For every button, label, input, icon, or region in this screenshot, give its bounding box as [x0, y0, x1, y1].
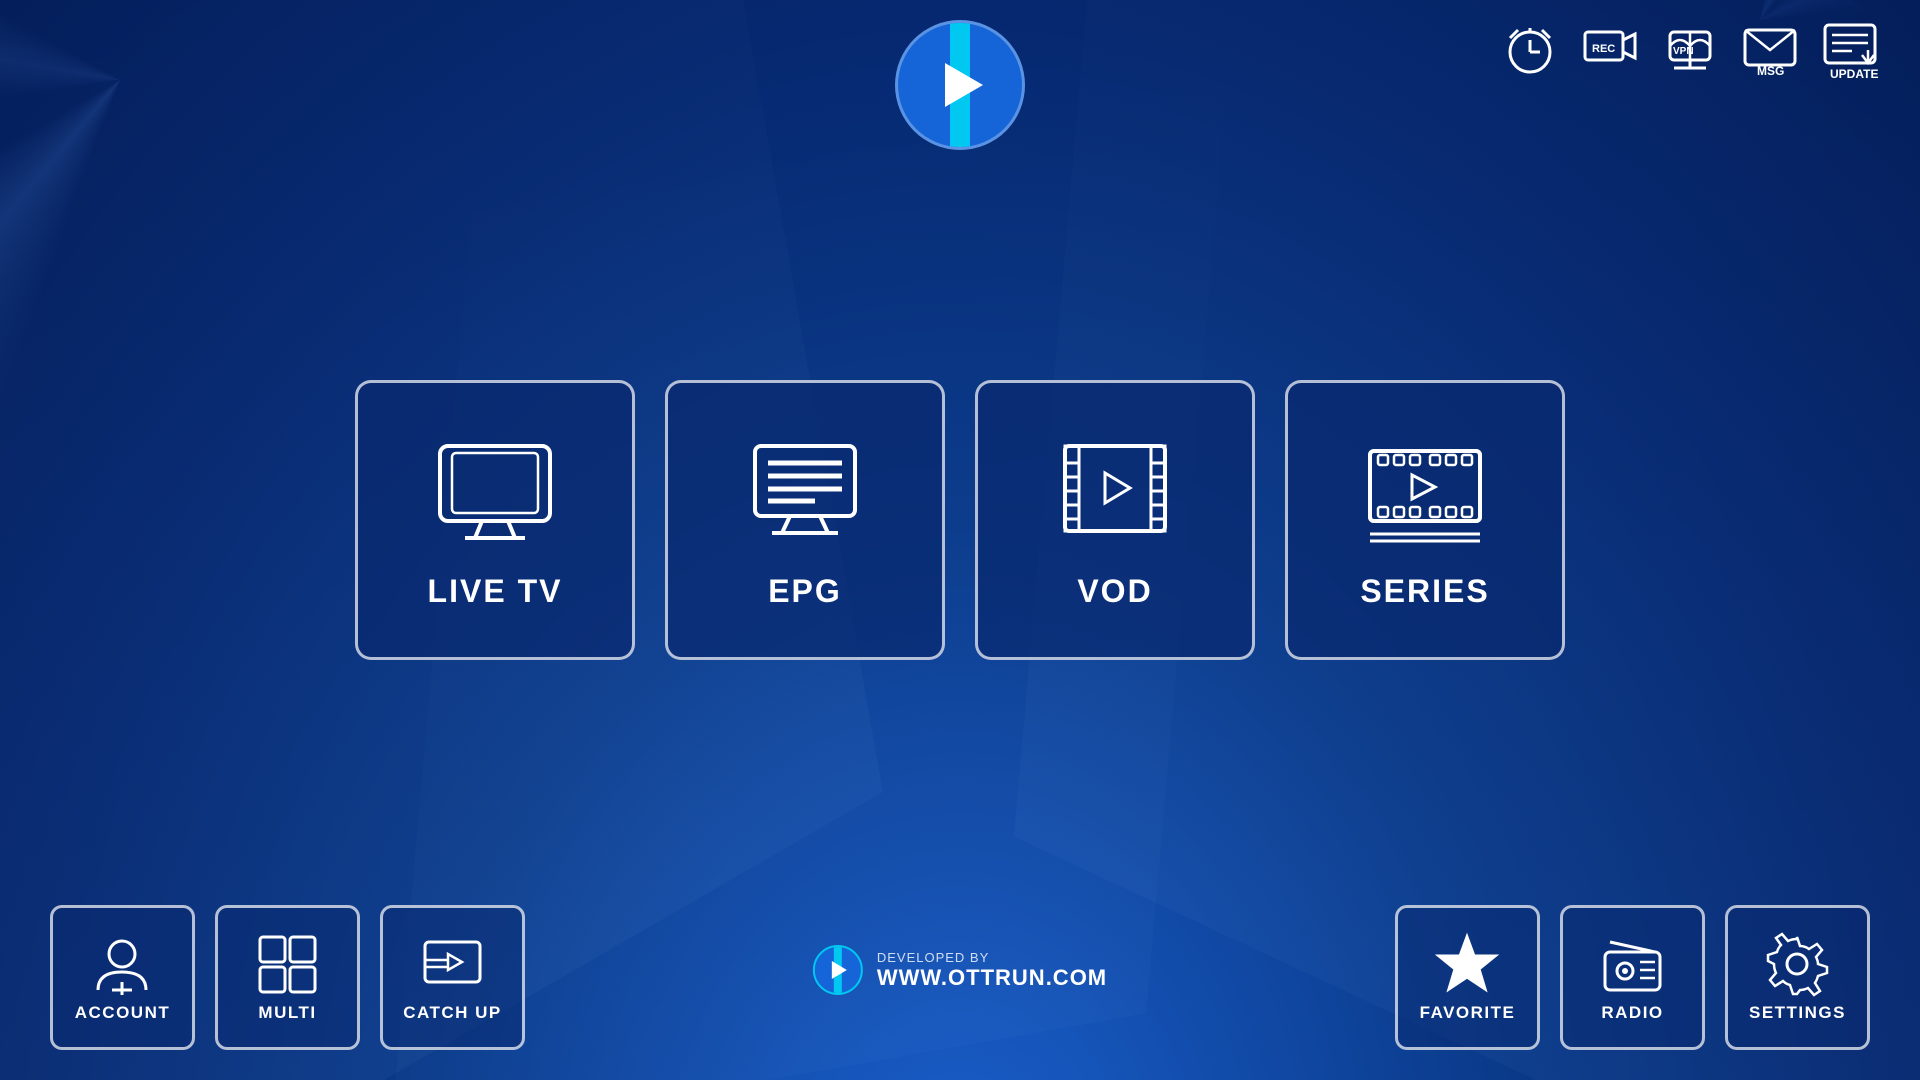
alarm-icon — [1500, 20, 1560, 80]
epg-button[interactable]: EPG — [665, 380, 945, 660]
update-button[interactable]: UPDATE — [1820, 20, 1880, 80]
series-button[interactable]: SERIES — [1285, 380, 1565, 660]
vod-icon — [1050, 431, 1180, 561]
favorite-label: FAVORITE — [1420, 1003, 1516, 1023]
catch-up-label: CATCH UP — [403, 1003, 502, 1023]
msg-icon: MSG — [1740, 20, 1800, 80]
rec-icon: REC — [1580, 20, 1640, 80]
favorite-button[interactable]: FAVORITE — [1395, 905, 1540, 1050]
radio-button[interactable]: RADIO — [1560, 905, 1705, 1050]
bottom-left-icons: ACCOUNT MULTI CA — [50, 905, 525, 1050]
alarm-button[interactable] — [1500, 20, 1560, 80]
svg-text:VPN: VPN — [1673, 46, 1694, 57]
multi-button[interactable]: MULTI — [215, 905, 360, 1050]
dev-by-label: DEVELOPED BY — [877, 950, 1107, 965]
main-menu: LIVE TV EPG — [355, 380, 1565, 660]
star-icon — [1435, 932, 1500, 997]
account-icon — [90, 932, 155, 997]
vpn-button[interactable]: VPN — [1660, 20, 1720, 80]
developer-credit: DEVELOPED BY WWW.OTTRUN.COM — [813, 945, 1107, 995]
live-tv-button[interactable]: LIVE TV — [355, 380, 635, 660]
vod-button[interactable]: VOD — [975, 380, 1255, 660]
epg-icon — [740, 431, 870, 561]
svg-text:REC: REC — [1592, 43, 1615, 55]
app-logo — [895, 20, 1025, 150]
dev-logo — [813, 945, 863, 995]
top-toolbar: REC VPN MSG — [1500, 20, 1880, 80]
series-label: SERIES — [1360, 573, 1489, 610]
rec-button[interactable]: REC — [1580, 20, 1640, 80]
radio-label: RADIO — [1601, 1003, 1663, 1023]
vod-label: VOD — [1077, 573, 1152, 610]
epg-label: EPG — [768, 573, 842, 610]
dev-url-label: WWW.OTTRUN.COM — [877, 965, 1107, 991]
vpn-icon: VPN — [1660, 20, 1720, 80]
update-icon: UPDATE — [1820, 20, 1880, 80]
bottom-bar: ACCOUNT MULTI CA — [0, 905, 1920, 1050]
settings-label: SETTINGS — [1749, 1003, 1846, 1023]
series-icon — [1360, 431, 1490, 561]
account-label: ACCOUNT — [75, 1003, 171, 1023]
account-button[interactable]: ACCOUNT — [50, 905, 195, 1050]
settings-button[interactable]: SETTINGS — [1725, 905, 1870, 1050]
radio-icon — [1600, 932, 1665, 997]
catchup-icon — [420, 932, 485, 997]
multi-icon — [255, 932, 320, 997]
settings-icon — [1765, 932, 1830, 997]
svg-text:MSG: MSG — [1757, 64, 1784, 78]
dev-text: DEVELOPED BY WWW.OTTRUN.COM — [877, 950, 1107, 991]
catch-up-button[interactable]: CATCH UP — [380, 905, 525, 1050]
svg-text:UPDATE: UPDATE — [1830, 67, 1878, 80]
live-tv-label: LIVE TV — [428, 573, 563, 610]
multi-label: MULTI — [258, 1003, 316, 1023]
msg-button[interactable]: MSG — [1740, 20, 1800, 80]
tv-icon — [430, 431, 560, 561]
bottom-right-icons: FAVORITE RADIO — [1395, 905, 1870, 1050]
